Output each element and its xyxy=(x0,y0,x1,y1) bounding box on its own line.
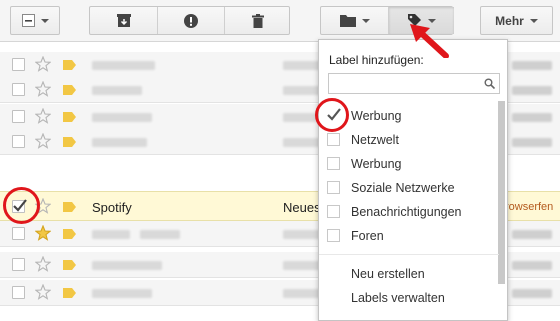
row-checkbox[interactable] xyxy=(12,58,25,71)
row-checkbox[interactable] xyxy=(12,227,25,240)
importance-marker-icon[interactable] xyxy=(63,288,76,298)
label-item-werbung[interactable]: Werbung xyxy=(327,106,497,126)
redacted-text xyxy=(92,113,152,122)
redacted-text xyxy=(92,230,130,239)
label-item-text: Benachrichtigungen xyxy=(351,205,462,219)
create-label-link[interactable]: Neu erstellen xyxy=(351,267,425,281)
row-sender: Spotify xyxy=(92,200,132,215)
redacted-text xyxy=(92,289,152,298)
importance-marker-icon[interactable] xyxy=(63,112,76,122)
label-item-soziale-netzwerke[interactable]: Soziale Netzwerke xyxy=(327,178,497,198)
star-icon[interactable] xyxy=(35,81,51,97)
annotation-circle-label-check xyxy=(315,98,349,132)
redacted-text xyxy=(92,61,155,70)
redacted-text xyxy=(512,289,552,298)
label-item-foren[interactable]: Foren xyxy=(327,226,497,246)
search-icon xyxy=(484,78,495,89)
redacted-text xyxy=(140,230,180,239)
label-item-text: Soziale Netzwerke xyxy=(351,181,455,195)
importance-marker-icon[interactable] xyxy=(63,260,76,270)
importance-marker-icon[interactable] xyxy=(63,202,76,212)
redacted-text xyxy=(92,86,142,95)
star-icon[interactable] xyxy=(35,56,51,72)
star-icon[interactable] xyxy=(35,108,51,124)
label-checkbox[interactable] xyxy=(327,229,340,242)
label-checkbox[interactable] xyxy=(327,181,340,194)
checkbox-minus-icon xyxy=(21,14,35,27)
label-item-text: Netzwelt xyxy=(351,133,399,147)
redacted-text xyxy=(512,61,552,70)
move-to-button[interactable] xyxy=(321,7,388,34)
row-checkbox[interactable] xyxy=(12,110,25,123)
toolbar: Mehr xyxy=(0,0,560,42)
redacted-text xyxy=(512,113,552,122)
redacted-text xyxy=(92,261,162,270)
label-item-benachrichtigungen[interactable]: Benachrichtigungen xyxy=(327,202,497,222)
folder-icon xyxy=(339,15,356,27)
label-item-netzwelt[interactable]: Netzwelt xyxy=(327,130,497,150)
star-icon[interactable] xyxy=(35,284,51,300)
redacted-text xyxy=(512,86,552,95)
row-checkbox[interactable] xyxy=(12,258,25,271)
redacted-text xyxy=(512,138,552,147)
row-subject: Neues xyxy=(283,200,321,215)
label-checkbox[interactable] xyxy=(327,133,340,146)
label-search-input[interactable] xyxy=(328,73,500,94)
action-button-group xyxy=(89,6,290,35)
more-label: Mehr xyxy=(495,13,524,28)
annotation-arrow-icon xyxy=(410,24,449,58)
label-item-text: Werbung xyxy=(351,109,402,123)
redacted-text xyxy=(512,261,552,270)
exclamation-icon xyxy=(184,13,198,28)
star-icon[interactable] xyxy=(35,225,51,241)
row-checkbox[interactable] xyxy=(12,83,25,96)
row-checkbox[interactable] xyxy=(12,286,25,299)
row-checkbox[interactable] xyxy=(12,135,25,148)
more-button[interactable]: Mehr xyxy=(480,6,553,35)
label-item-text: Foren xyxy=(351,229,384,243)
manage-labels-link[interactable]: Labels verwalten xyxy=(351,291,445,305)
archive-button[interactable] xyxy=(90,7,157,34)
label-list-scrollbar[interactable] xyxy=(498,101,505,284)
label-item-werbung-2[interactable]: Werbung xyxy=(327,154,497,174)
importance-marker-icon[interactable] xyxy=(63,60,76,70)
archive-icon xyxy=(116,14,131,27)
label-checkbox[interactable] xyxy=(327,157,340,170)
row-snippet: rowserfen xyxy=(505,201,554,213)
importance-marker-icon[interactable] xyxy=(63,137,76,147)
star-icon[interactable] xyxy=(35,256,51,272)
importance-marker-icon[interactable] xyxy=(63,229,76,239)
importance-marker-icon[interactable] xyxy=(63,85,76,95)
redacted-text xyxy=(512,230,552,239)
label-item-text: Werbung xyxy=(351,157,402,171)
star-icon[interactable] xyxy=(35,133,51,149)
annotation-circle-row-check xyxy=(3,187,40,224)
report-spam-button[interactable] xyxy=(157,7,224,34)
menu-divider xyxy=(319,254,499,255)
redacted-text xyxy=(92,138,147,147)
delete-button[interactable] xyxy=(224,7,291,34)
select-all-button[interactable] xyxy=(10,6,60,35)
trash-icon xyxy=(252,13,264,28)
label-checkbox[interactable] xyxy=(327,205,340,218)
label-dropdown: Label hinzufügen: Werbung Netzwelt Werbu… xyxy=(318,39,508,321)
